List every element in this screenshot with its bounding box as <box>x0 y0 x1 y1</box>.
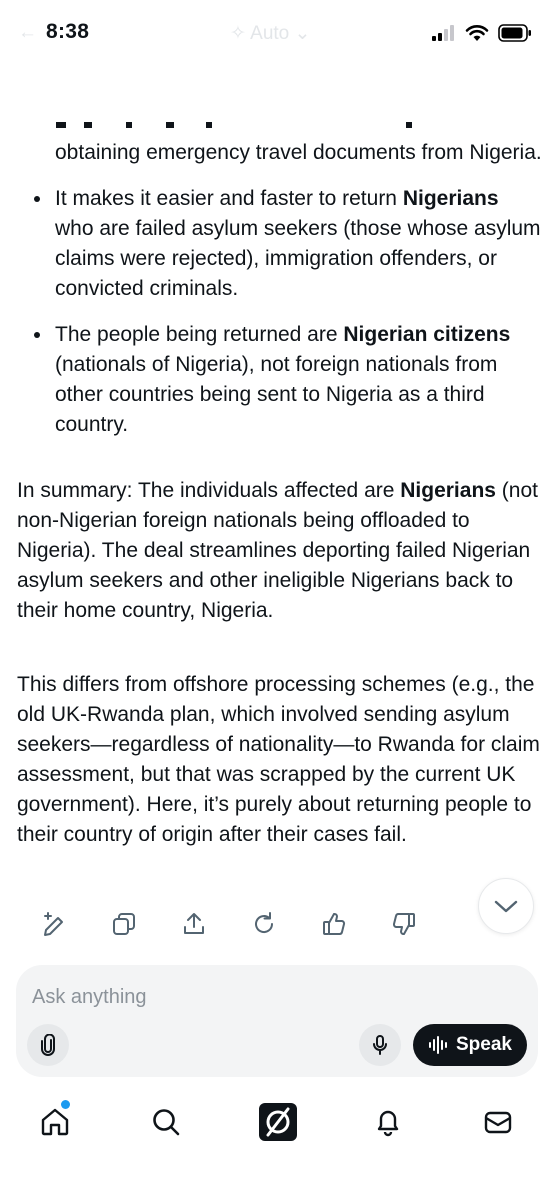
grok-icon <box>259 1103 297 1141</box>
bullet-item: The people being returned are Nigerian c… <box>0 320 554 440</box>
battery-icon <box>498 24 531 42</box>
regenerate-button[interactable] <box>246 908 282 940</box>
share-icon <box>184 913 204 934</box>
cellular-signal-icon <box>432 25 454 41</box>
regenerate-icon <box>255 912 274 933</box>
search-icon <box>153 1109 180 1136</box>
comparison-paragraph: This differs from offshore processing sc… <box>17 673 540 846</box>
tab-search[interactable] <box>144 1100 188 1144</box>
bullet-item: It makes it easier and faster to return … <box>0 184 554 304</box>
bell-icon <box>377 1110 399 1137</box>
scroll-to-bottom-button[interactable] <box>478 878 534 934</box>
bullet-item: obtaining emergency travel documents fro… <box>55 141 542 164</box>
clipped-text-line <box>56 122 412 128</box>
attach-button[interactable] <box>27 1024 69 1066</box>
tab-grok[interactable] <box>256 1100 300 1144</box>
status-icons <box>432 24 532 42</box>
speak-button[interactable]: Speak <box>413 1024 527 1066</box>
copy-button[interactable] <box>106 908 142 940</box>
mode-selector-ghost: ✧ Auto ⌄ <box>230 23 311 44</box>
dislike-button[interactable] <box>386 908 422 940</box>
ask-input[interactable] <box>32 983 522 1011</box>
microphone-button[interactable] <box>359 1024 401 1066</box>
microphone-icon <box>373 1035 387 1055</box>
mail-icon <box>484 1111 512 1134</box>
mode-label: Auto <box>250 23 290 44</box>
tab-home[interactable] <box>33 1100 77 1144</box>
speak-label: Speak <box>456 1034 512 1055</box>
back-arrow-ghost-icon: ← <box>18 22 37 43</box>
tab-notifications[interactable] <box>366 1100 410 1144</box>
wifi-icon <box>465 25 489 41</box>
home-notification-dot <box>61 1100 70 1109</box>
edit-button[interactable] <box>36 908 72 940</box>
status-time: 8:38 <box>46 20 90 43</box>
grok-chat-screen: ← 8:38 ✧ Auto ⌄ obtaining emergency trav… <box>0 0 554 1199</box>
like-button[interactable] <box>316 908 352 940</box>
response-actions <box>36 908 422 940</box>
edit-sparkle-icon <box>44 912 63 936</box>
status-bar: ← 8:38 ✧ Auto ⌄ <box>0 0 554 70</box>
waveform-icon <box>429 1036 447 1054</box>
thumbs-up-icon <box>323 912 346 935</box>
response-content: obtaining emergency travel documents fro… <box>0 110 554 900</box>
composer: Speak <box>16 965 538 1077</box>
share-button[interactable] <box>176 908 212 940</box>
bullet-list: obtaining emergency travel documents fro… <box>0 138 554 456</box>
bottom-tab-bar <box>0 1090 554 1150</box>
summary-paragraph: In summary: The individuals affected are… <box>17 479 538 622</box>
paperclip-icon <box>41 1034 55 1056</box>
chevron-down-icon <box>494 900 518 913</box>
thumbs-down-icon <box>392 913 415 936</box>
tab-messages[interactable] <box>476 1100 520 1144</box>
home-icon <box>41 1108 69 1136</box>
copy-icon <box>113 913 135 935</box>
